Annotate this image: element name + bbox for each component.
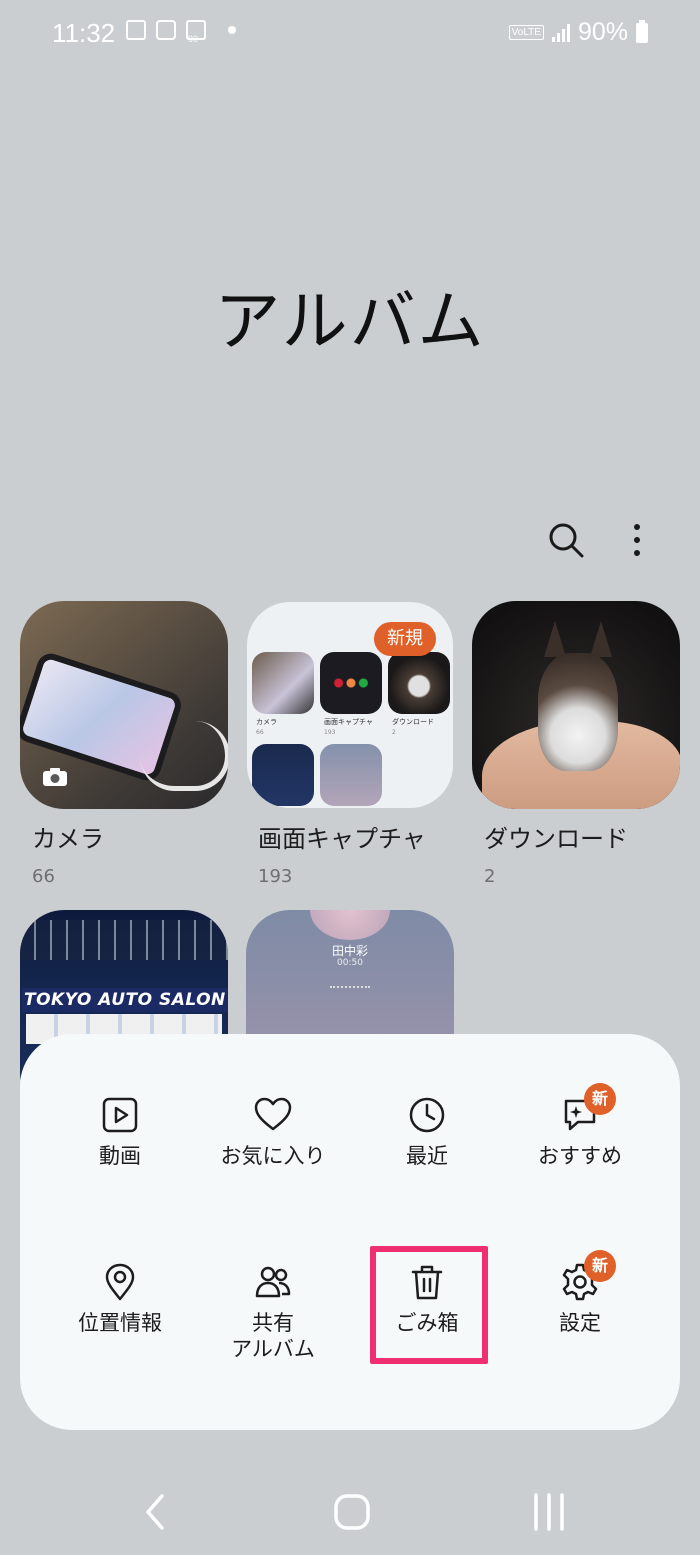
menu-item-label: おすすめ <box>538 1144 622 1168</box>
album-count: 66 <box>32 866 55 887</box>
signal-icon <box>551 23 570 42</box>
menu-item-videos[interactable]: 動画 <box>50 1095 190 1169</box>
trash-highlight-frame <box>370 1246 488 1364</box>
heart-icon <box>254 1097 292 1131</box>
menu-item-recent[interactable]: 最近 <box>357 1095 497 1169</box>
screen-recorder-notification-icon <box>156 20 176 40</box>
cat-ear <box>544 621 566 657</box>
album-name: カメラ <box>32 825 104 853</box>
mini-album-download <box>388 652 450 714</box>
new-badge: 新 <box>584 1250 616 1282</box>
new-badge: 新規 <box>374 622 436 656</box>
more-vertical-icon[interactable] <box>615 518 659 562</box>
camera-icon <box>43 768 67 786</box>
album-camera[interactable]: カメラ 66 <box>20 601 228 887</box>
mini-album-label: カメラ <box>256 718 277 726</box>
ceiling-lights <box>20 920 228 960</box>
menu-item-suggestions[interactable]: おすすめ 新 <box>510 1083 650 1169</box>
storage-badge: 90 <box>188 34 199 44</box>
caller-name: 田中彩 <box>331 944 368 958</box>
menu-item-label: お気に入り <box>220 1144 326 1168</box>
menu-item-label: 共有 アルバム <box>231 1311 315 1361</box>
album-count: 193 <box>258 866 293 887</box>
menu-item-settings[interactable]: 設定 新 <box>510 1250 650 1336</box>
menu-item-label: 動画 <box>99 1144 141 1168</box>
call-dots <box>330 986 370 988</box>
album-name: 画面キャプチャ <box>258 825 426 853</box>
back-icon[interactable] <box>134 1490 178 1534</box>
notification-icons: 90 <box>126 20 236 44</box>
recents-icon[interactable] <box>527 1490 571 1534</box>
home-icon[interactable] <box>330 1490 374 1534</box>
call-duration: 00:50 <box>337 958 363 968</box>
clock-time: 11:32 <box>52 18 116 48</box>
status-bar: 11:32 90 VoLTE 90% <box>0 0 700 66</box>
battery-percent: 90% <box>577 18 628 46</box>
volte-icon: VoLTE <box>508 25 544 40</box>
clock-icon <box>409 1097 445 1133</box>
battery-icon <box>636 19 648 43</box>
mini-album-call <box>320 744 382 806</box>
people-icon <box>255 1266 291 1298</box>
album-thumbnail <box>20 601 228 809</box>
menu-item-shared-albums[interactable]: 共有 アルバム <box>203 1262 343 1362</box>
album-name: ダウンロード <box>484 825 628 853</box>
mini-album-count: 193 <box>324 729 336 736</box>
mini-album-screenshot <box>320 652 382 714</box>
menu-item-label: 最近 <box>406 1144 448 1168</box>
location-pin-icon <box>105 1263 135 1301</box>
mini-album-label: 画面キャプチャ <box>324 718 373 726</box>
menu-item-locations[interactable]: 位置情報 <box>50 1262 190 1336</box>
mini-album-label: ダウンロード <box>392 718 434 726</box>
cat-ear <box>590 621 612 657</box>
page-title: アルバム <box>214 283 486 360</box>
gallery-notification-icon <box>126 20 146 40</box>
search-icon[interactable] <box>544 518 588 562</box>
menu-item-label: 設定 <box>559 1311 601 1335</box>
mini-album-count: 2 <box>392 729 396 736</box>
cat-figure-photo <box>538 653 618 771</box>
caller-avatar <box>310 910 390 940</box>
more-notifications-dot-icon <box>228 26 236 34</box>
mini-album-count: 66 <box>256 729 264 736</box>
salon-banner-text: TOKYO AUTO SALON 2020 <box>22 988 228 1012</box>
album-thumbnail <box>472 601 680 809</box>
menu-item-label: 位置情報 <box>78 1311 162 1335</box>
menu-item-favorites[interactable]: お気に入り <box>203 1095 343 1169</box>
mini-album-salon <box>252 744 314 806</box>
video-play-icon <box>102 1097 138 1133</box>
cable-photo <box>140 721 228 791</box>
album-download[interactable]: ダウンロード 2 <box>472 601 680 887</box>
album-menu-sheet <box>20 1034 680 1430</box>
album-count: 2 <box>484 866 496 887</box>
new-badge: 新 <box>584 1083 616 1115</box>
navigation-bar <box>0 1464 700 1555</box>
storage-notification-icon: 90 <box>186 20 206 44</box>
mini-album-camera <box>252 652 314 714</box>
